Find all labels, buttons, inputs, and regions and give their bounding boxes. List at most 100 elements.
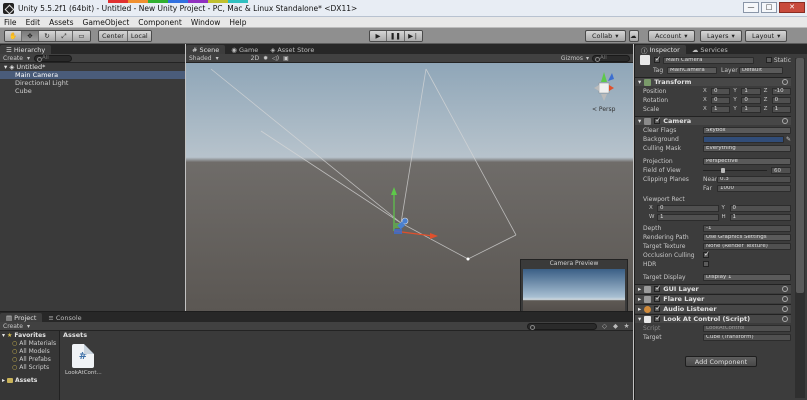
hierarchy-item-directional-light[interactable]: Directional Light (0, 79, 185, 87)
tab-game[interactable]: ◉ Game (225, 45, 264, 54)
move-gizmo[interactable] (391, 187, 438, 239)
hierarchy-create-button[interactable]: Create (3, 55, 23, 62)
orientation-gizmo[interactable] (594, 72, 614, 101)
culling-mask-dropdown[interactable]: Everything (703, 144, 791, 152)
script-asset[interactable]: # LookAtCont... (65, 344, 102, 376)
project-search-input[interactable] (527, 322, 597, 330)
viewport-h-field[interactable]: 1 (729, 213, 791, 221)
scale-y-field[interactable]: 1 (741, 105, 761, 113)
gizmos-dropdown[interactable]: Gizmos (561, 55, 583, 62)
layer-dropdown[interactable]: Default (739, 66, 783, 74)
favorite-item[interactable]: ○ All Models (0, 347, 59, 355)
filter-type-icon[interactable]: ◇ (601, 322, 608, 330)
layout-dropdown[interactable]: Layout ▾ (745, 30, 788, 42)
rect-tool-icon[interactable]: ▭ (73, 31, 90, 41)
pivot-local-toggle[interactable]: Local (127, 31, 151, 41)
position-y-field[interactable]: 1 (741, 87, 761, 95)
maximize-button[interactable]: □ (761, 2, 777, 13)
target-field[interactable]: Cube (Transform) (703, 333, 791, 341)
target-display-dropdown[interactable]: Display 1 (703, 273, 791, 281)
collab-dropdown[interactable]: Collab ▾ (585, 30, 626, 42)
flare-layer-header[interactable]: ▸ Flare Layer (635, 294, 791, 303)
target-texture-field[interactable]: None (Render Texture) (703, 242, 791, 250)
camera-enabled-checkbox[interactable] (654, 116, 661, 124)
rotation-x-field[interactable]: 0 (711, 96, 731, 104)
gui-layer-checkbox[interactable] (654, 284, 661, 292)
gear-icon[interactable] (782, 79, 788, 85)
scale-z-field[interactable]: 1 (771, 105, 791, 113)
gear-icon[interactable] (782, 286, 788, 292)
viewport-w-field[interactable]: 1 (657, 213, 719, 221)
project-create-button[interactable]: Create (3, 323, 23, 330)
pause-icon[interactable]: ❚❚ (387, 31, 405, 41)
look-at-control-checkbox[interactable] (654, 314, 661, 322)
gear-icon[interactable] (782, 296, 788, 302)
scale-x-field[interactable]: 1 (711, 105, 731, 113)
far-field[interactable]: 1000 (717, 184, 791, 192)
hierarchy-item-main-camera[interactable]: Main Camera (0, 71, 185, 79)
effects-toggle-icon[interactable]: ▣ (283, 55, 289, 62)
favorite-item[interactable]: ○ All Materials (0, 339, 59, 347)
hierarchy-search-input[interactable]: All (33, 54, 72, 62)
position-x-field[interactable]: 0 (711, 87, 731, 95)
play-icon[interactable]: ▶ (370, 31, 387, 41)
camera-header[interactable]: ▾ Camera (635, 116, 791, 125)
step-icon[interactable]: ▶❘ (404, 31, 422, 41)
depth-field[interactable]: -1 (703, 224, 791, 232)
pivot-center-toggle[interactable]: Center (99, 31, 128, 41)
tab-scene[interactable]: # Scene (186, 45, 226, 54)
object-active-checkbox[interactable] (654, 55, 661, 63)
clear-flags-dropdown[interactable]: Skybox (703, 126, 791, 134)
tab-hierarchy[interactable]: ☰ Hierarchy (0, 45, 52, 54)
menu-help[interactable]: Help (229, 18, 246, 27)
add-component-button[interactable]: Add Component (685, 356, 757, 367)
rotation-z-field[interactable]: 0 (771, 96, 791, 104)
favorites-row[interactable]: ▾ ★ Favorites (0, 331, 59, 339)
mode-2d-toggle[interactable]: 2D (251, 55, 259, 62)
favorite-star-icon[interactable]: ★ (623, 322, 630, 330)
tab-inspector[interactable]: ⓘ Inspector (635, 45, 686, 55)
minimize-button[interactable]: — (743, 2, 759, 13)
persp-label[interactable]: < Persp (592, 106, 616, 113)
tag-dropdown[interactable]: MainCamera (667, 66, 717, 74)
hdr-checkbox[interactable] (703, 261, 709, 267)
audio-listener-checkbox[interactable] (654, 304, 661, 312)
transform-header[interactable]: ▾ Transform (635, 77, 791, 86)
menu-edit[interactable]: Edit (26, 18, 41, 27)
lighting-toggle-icon[interactable]: ✹ (263, 55, 268, 62)
hand-tool-icon[interactable]: ✋ (5, 31, 22, 41)
look-at-control-header[interactable]: ▾ Look At Control (Script) (635, 314, 791, 323)
assets-folder-row[interactable]: ▸ Assets (0, 376, 59, 384)
fov-slider[interactable]: 60 (703, 166, 791, 174)
menu-gameobject[interactable]: GameObject (83, 18, 130, 27)
menu-assets[interactable]: Assets (49, 18, 73, 27)
favorite-item[interactable]: ○ All Scripts (0, 363, 59, 371)
tab-services[interactable]: ☁ Services (686, 45, 734, 54)
tab-asset-store[interactable]: ◈ Asset Store (264, 45, 320, 54)
tab-console[interactable]: ≡ Console (42, 313, 87, 322)
favorite-item[interactable]: ○ All Prefabs (0, 355, 59, 363)
filter-label-icon[interactable]: ◆ (612, 322, 619, 330)
menu-file[interactable]: File (4, 18, 17, 27)
gear-icon[interactable] (782, 306, 788, 312)
background-color-swatch[interactable] (703, 135, 784, 143)
layers-dropdown[interactable]: Layers ▾ (700, 30, 742, 42)
rotate-tool-icon[interactable]: ↻ (39, 31, 56, 41)
shading-mode-dropdown[interactable]: Shaded (189, 55, 212, 62)
audio-toggle-icon[interactable]: ◁) (272, 55, 279, 62)
close-button[interactable]: ✕ (779, 2, 805, 13)
flare-layer-checkbox[interactable] (654, 294, 661, 302)
move-tool-icon[interactable]: ✥ (22, 31, 39, 41)
scrollbar-thumb[interactable] (796, 58, 804, 293)
scene-viewport[interactable]: < Persp Camera Preview (186, 63, 633, 311)
menu-component[interactable]: Component (138, 18, 182, 27)
viewport-x-field[interactable]: 0 (657, 204, 719, 212)
rendering-path-dropdown[interactable]: Use Graphics Settings (703, 233, 791, 241)
projection-dropdown[interactable]: Perspective (703, 157, 791, 165)
near-field[interactable]: 0.3 (717, 175, 791, 183)
gear-icon[interactable] (782, 118, 788, 124)
scene-row[interactable]: ▾ ◈ Untitled* (0, 63, 185, 71)
menu-window[interactable]: Window (191, 18, 221, 27)
static-checkbox[interactable] (765, 57, 772, 63)
fov-slider-thumb[interactable] (721, 167, 725, 173)
